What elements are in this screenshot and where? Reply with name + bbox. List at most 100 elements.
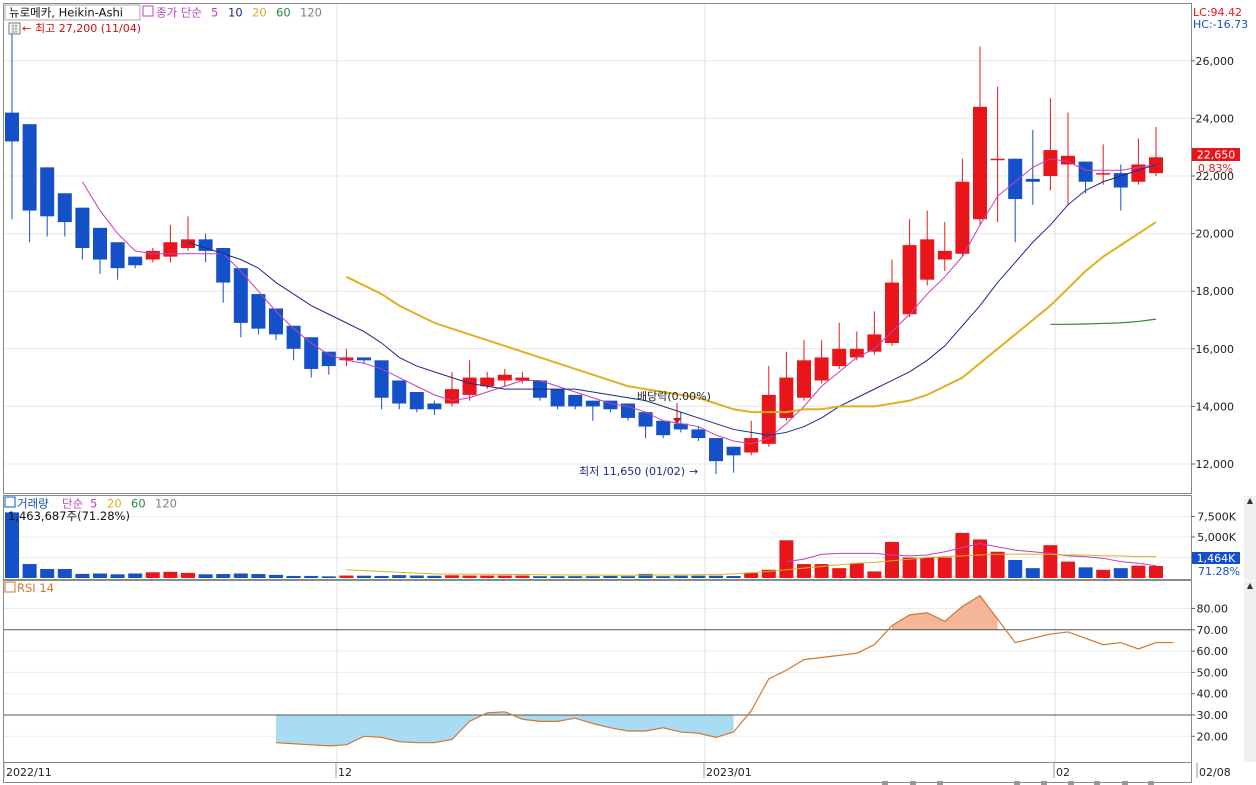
candle-body [427,403,442,410]
volume-bar [990,551,1005,578]
volume-bar [145,572,160,578]
candle-body [1096,173,1111,175]
volume-bar [568,576,583,578]
candle-body [1061,155,1075,165]
candle-body [550,389,565,407]
rsi-legend: RSI 14 [4,581,54,595]
price-tick-label: 18,000 [1196,285,1235,298]
calendar-icon[interactable] [8,22,21,35]
current-price-marker: 22,650 0.83% [1192,148,1240,175]
scroll-handle-icon-8[interactable] [1122,781,1128,785]
volume-tick-label: 7,500K [1197,511,1236,524]
price-tick-label: 12,000 [1196,458,1235,471]
rsi-fill-areas [276,595,998,746]
stock-chart[interactable]: ▲ ▲ 12,00014,00016,00018,00020,00022,000… [0,0,1256,785]
scroll-handle-icon[interactable] [882,781,888,785]
candle-body [1043,150,1058,176]
chart-title: 뉴로메카, Heikin-Ashi [9,6,123,20]
volume-bar [22,564,37,578]
volume-bar [638,573,653,578]
ma60-line [1050,318,1157,325]
scroll-handle-icon-7[interactable] [1094,781,1100,785]
scroll-handle-icon-4[interactable] [1014,781,1020,785]
candle-body [832,348,847,367]
volume-bar [867,571,882,578]
rsi-y-axis: 20.00 30.00 40.00 50.00 60.00 70.00 80.00 [1191,603,1229,743]
right-info: LC:94.42 HC:-16.73 [1193,6,1248,31]
volume-bar [603,575,618,578]
volume-bar [357,575,371,578]
volume-bar [128,573,143,578]
scroll-up-icon[interactable]: ▲ [1247,496,1254,505]
rsi-title: RSI 14 [17,581,54,595]
volume-bar [533,576,547,578]
candle-body [973,106,987,220]
candle-body [656,420,671,436]
volume-bar [1025,568,1040,578]
rsi-tick-label: 30.00 [1197,709,1229,722]
volume-bar [409,575,424,578]
candle-body [709,438,723,462]
scroll-handle-icon-9[interactable] [1148,781,1154,785]
candle-body [462,377,477,395]
volume-bar [233,573,248,578]
scroll-handle-icon-6[interactable] [1068,781,1074,785]
candle-body [5,112,19,142]
ma-period-label: 20 [252,6,267,20]
price-y-axis: 12,00014,00016,00018,00020,00022,00024,0… [1191,55,1234,471]
volume-tick-label: 5,000K [1197,531,1236,544]
candle-body [321,351,336,367]
candle-body [568,394,583,407]
candle-body [761,394,776,444]
rsi-tick-label: 60.00 [1197,645,1229,658]
candle-body [744,438,759,453]
candle-body [497,374,512,381]
ma-period-label: 10 [228,6,243,20]
volume-bar [57,568,72,578]
x-tick-label: 12 [338,766,352,779]
volume-bar [779,540,794,578]
volume-bar [1078,567,1093,578]
candle-body [797,360,811,398]
candle-body [22,124,37,211]
candle-body [40,167,55,217]
volume-bar [744,573,759,578]
volume-bar [709,575,723,578]
candle-body [145,250,160,260]
volume-bar [673,575,688,578]
candle-body [57,193,72,223]
change-percent: 0.83% [1198,162,1233,175]
scroll-handle-icon-2[interactable] [910,781,916,785]
scroll-handle-icon-5[interactable] [1041,781,1047,785]
rsi-overbought-fill [892,595,998,630]
scroll-up-icon-2[interactable]: ▲ [1247,581,1254,590]
candle-body [990,158,1005,161]
volume-bar [797,564,811,578]
volume-bar [93,573,107,578]
candle-body [357,357,371,361]
x-tick-label: 2022/11 [6,766,52,779]
volume-bar [937,557,952,578]
candle-body [216,248,231,283]
volume-bar [110,574,125,578]
volume-bar [1113,568,1128,578]
low-label: 최저 11,650 (01/02) [579,465,685,478]
grid-lines [4,4,1191,762]
volume-info: 1,463,687주(71.28%) [8,509,130,523]
volume-bar [181,572,195,578]
ma-period-label: 120 [300,6,322,20]
x-tick-label: 02/08 [1199,766,1231,779]
candle-body [392,380,407,404]
candle-body [110,242,125,269]
volume-bar [339,575,354,578]
right-scrollbar[interactable]: ▲ ▲ [1244,496,1256,762]
volume-bar [40,568,55,578]
volume-legend-icon [4,496,16,508]
price-tick-label: 26,000 [1196,55,1235,68]
volume-bar [75,573,90,578]
scroll-handle-icon-3[interactable] [937,781,943,785]
volume-ma-period-label: 60 [131,497,146,511]
high-annotation: ← 최고 27,200 (11/04) [8,22,141,35]
volume-bar [585,576,600,578]
volume-legend: 거래량 단순 5 20 60 120 1,463,687주(71.28%) [4,496,177,523]
